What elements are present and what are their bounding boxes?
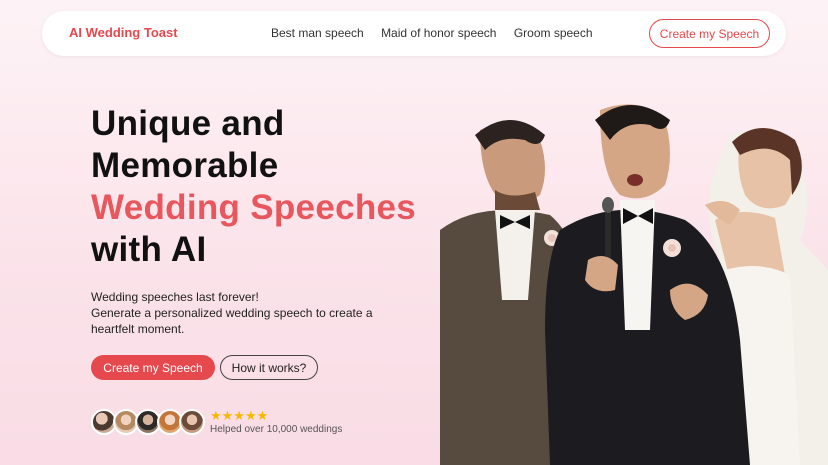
hero-title-line-1: Unique and	[91, 104, 285, 143]
nav-create-speech-button[interactable]: Create my Speech	[649, 19, 770, 48]
groom-figure	[545, 104, 750, 465]
hero-title-accent: Wedding Speeches	[91, 188, 417, 227]
how-it-works-button[interactable]: How it works?	[220, 355, 318, 380]
hero-subtitle: Wedding speeches last forever! Generate …	[91, 289, 411, 337]
nav-link-groom-speech[interactable]: Groom speech	[514, 26, 593, 40]
avatar	[179, 409, 205, 435]
hero-title-line-2: Memorable	[91, 146, 279, 185]
nav-link-maid-of-honor-speech[interactable]: Maid of honor speech	[381, 26, 496, 40]
nav-links: Best man speech Maid of honor speech Gro…	[271, 26, 607, 40]
wedding-party-illustration	[440, 104, 828, 465]
hero-subtitle-line-1: Wedding speeches last forever!	[91, 290, 259, 304]
rating-stars-icon: ★★★★★	[210, 408, 269, 423]
nav-link-best-man-speech[interactable]: Best man speech	[271, 26, 364, 40]
top-navbar: AI Wedding Toast Best man speech Maid of…	[42, 11, 786, 56]
brand-logo-text[interactable]: AI Wedding Toast	[69, 25, 178, 40]
social-proof-text: Helped over 10,000 weddings	[210, 424, 343, 435]
hero-title-line-4: with AI	[91, 230, 207, 269]
hero-subtitle-line-2: Generate a personalized wedding speech t…	[91, 306, 373, 336]
create-speech-button[interactable]: Create my Speech	[91, 355, 215, 380]
hero-title: Unique and Memorable Wedding Speeches wi…	[91, 103, 416, 271]
